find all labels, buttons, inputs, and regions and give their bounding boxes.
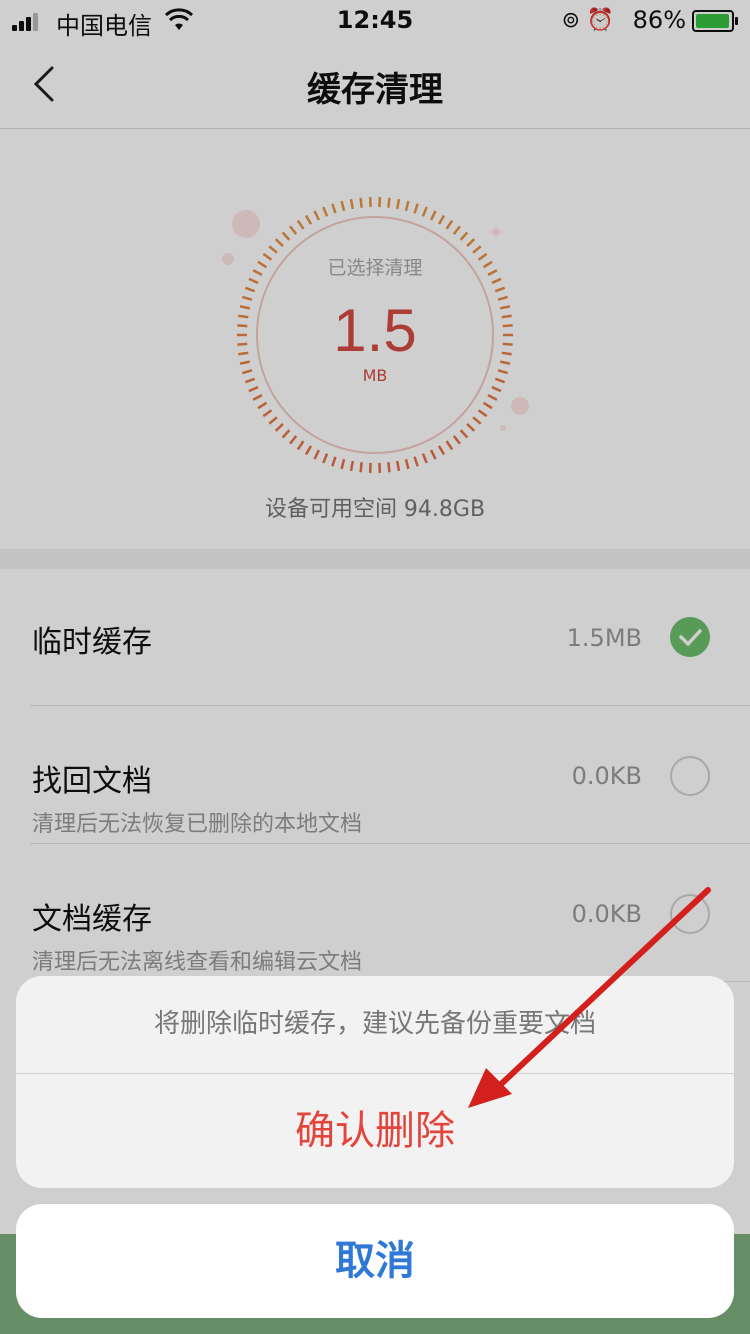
- confirm-delete-button[interactable]: 确认删除: [16, 1074, 734, 1188]
- watermark: Baidu经验 jingyan.baidu.com: [592, 1256, 730, 1308]
- cache-cleanup-page: 中国电信 12:45 ⊚ ⏰ 86% 缓存清理 已选择清理 1.5 MB 设备可…: [0, 0, 750, 1334]
- action-sheet-message: 将删除临时缓存，建议先备份重要文档: [153, 1009, 596, 1039]
- watermark-brand: Baidu经验: [623, 1256, 730, 1281]
- watermark-url: jingyan.baidu.com: [591, 1286, 730, 1304]
- action-sheet: 将删除临时缓存，建议先备份重要文档 确认删除: [16, 976, 734, 1188]
